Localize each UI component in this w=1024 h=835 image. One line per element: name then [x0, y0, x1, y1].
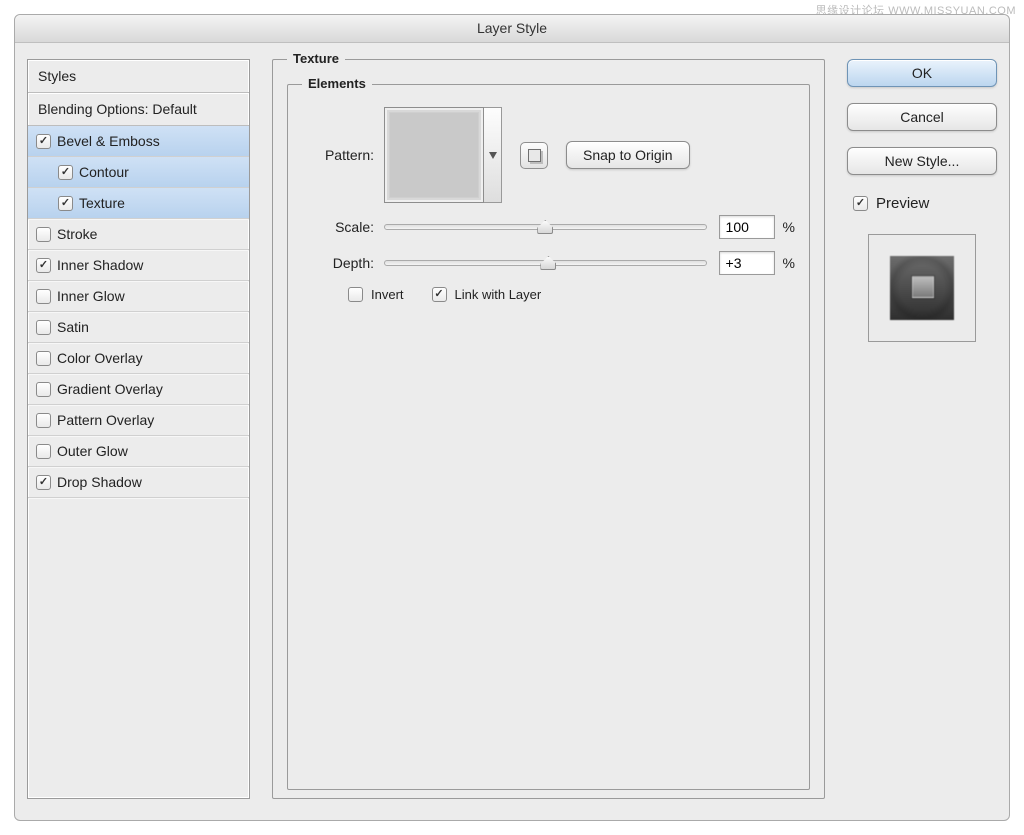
- group-elements-legend: Elements: [302, 76, 372, 91]
- style-item-checkbox[interactable]: [36, 475, 51, 490]
- style-item-label: Satin: [57, 319, 89, 335]
- style-item-checkbox[interactable]: [58, 165, 73, 180]
- style-item-label: Gradient Overlay: [57, 381, 163, 397]
- pattern-label: Pattern:: [302, 147, 384, 163]
- style-item-checkbox[interactable]: [36, 382, 51, 397]
- style-item-label: Inner Glow: [57, 288, 125, 304]
- style-item-satin[interactable]: Satin: [28, 312, 249, 343]
- style-item-contour[interactable]: Contour: [28, 157, 249, 188]
- pattern-dropdown[interactable]: [484, 107, 502, 203]
- scale-suffix: %: [783, 219, 795, 235]
- scale-slider[interactable]: [384, 224, 707, 230]
- style-item-checkbox[interactable]: [36, 444, 51, 459]
- style-item-inner-glow[interactable]: Inner Glow: [28, 281, 249, 312]
- style-item-gradient-overlay[interactable]: Gradient Overlay: [28, 374, 249, 405]
- style-item-label: Pattern Overlay: [57, 412, 154, 428]
- style-item-label: Outer Glow: [57, 443, 128, 459]
- preview-thumbnail: [868, 234, 976, 342]
- depth-label: Depth:: [302, 255, 384, 271]
- style-item-label: Texture: [79, 195, 125, 211]
- style-item-checkbox[interactable]: [36, 413, 51, 428]
- scale-label: Scale:: [302, 219, 384, 235]
- style-item-checkbox[interactable]: [36, 320, 51, 335]
- style-item-label: Drop Shadow: [57, 474, 142, 490]
- blending-options-item[interactable]: Blending Options: Default: [28, 93, 249, 126]
- group-texture-legend: Texture: [287, 51, 345, 66]
- style-item-checkbox[interactable]: [36, 258, 51, 273]
- style-item-label: Contour: [79, 164, 129, 180]
- style-item-texture[interactable]: Texture: [28, 188, 249, 219]
- snap-to-origin-button[interactable]: Snap to Origin: [566, 141, 690, 169]
- style-item-inner-shadow[interactable]: Inner Shadow: [28, 250, 249, 281]
- style-item-pattern-overlay[interactable]: Pattern Overlay: [28, 405, 249, 436]
- layer-style-dialog: Layer Style Styles Blending Options: Def…: [14, 14, 1010, 821]
- style-item-checkbox[interactable]: [36, 289, 51, 304]
- square-icon: [528, 149, 541, 162]
- depth-input[interactable]: [719, 251, 775, 275]
- dialog-buttons: OK Cancel New Style... Preview: [847, 59, 997, 808]
- style-item-label: Color Overlay: [57, 350, 143, 366]
- new-style-button[interactable]: New Style...: [847, 147, 997, 175]
- cancel-button[interactable]: Cancel: [847, 103, 997, 131]
- scale-input[interactable]: [719, 215, 775, 239]
- invert-label: Invert: [371, 287, 404, 302]
- style-item-checkbox[interactable]: [36, 227, 51, 242]
- style-item-label: Bevel & Emboss: [57, 133, 160, 149]
- invert-checkbox[interactable]: [348, 287, 363, 302]
- depth-slider-thumb[interactable]: [540, 256, 556, 270]
- new-pattern-preset-button[interactable]: [520, 142, 548, 169]
- preview-label: Preview: [876, 195, 929, 212]
- link-with-layer-checkbox[interactable]: [432, 287, 447, 302]
- settings-panel: Texture Elements Pattern: Snap to Origin: [272, 59, 825, 799]
- dialog-title: Layer Style: [15, 15, 1009, 43]
- depth-slider[interactable]: [384, 260, 707, 266]
- group-texture: Texture Elements Pattern: Snap to Origin: [272, 59, 825, 799]
- chevron-down-icon: [489, 152, 497, 159]
- style-item-checkbox[interactable]: [36, 351, 51, 366]
- style-item-stroke[interactable]: Stroke: [28, 219, 249, 250]
- styles-header[interactable]: Styles: [28, 60, 249, 93]
- preview-checkbox[interactable]: [853, 196, 868, 211]
- style-item-drop-shadow[interactable]: Drop Shadow: [28, 467, 249, 498]
- pattern-swatch[interactable]: [384, 107, 484, 203]
- style-item-color-overlay[interactable]: Color Overlay: [28, 343, 249, 374]
- style-item-label: Inner Shadow: [57, 257, 143, 273]
- style-item-outer-glow[interactable]: Outer Glow: [28, 436, 249, 467]
- styles-list: Styles Blending Options: Default Bevel &…: [27, 59, 250, 799]
- ok-button[interactable]: OK: [847, 59, 997, 87]
- style-item-bevel-emboss[interactable]: Bevel & Emboss: [28, 126, 249, 157]
- style-item-label: Stroke: [57, 226, 97, 242]
- scale-slider-thumb[interactable]: [537, 220, 553, 234]
- depth-suffix: %: [783, 255, 795, 271]
- style-item-checkbox[interactable]: [36, 134, 51, 149]
- style-item-checkbox[interactable]: [58, 196, 73, 211]
- group-elements: Elements Pattern: Snap to Origin Scale:: [287, 84, 810, 790]
- link-with-layer-label: Link with Layer: [455, 287, 542, 302]
